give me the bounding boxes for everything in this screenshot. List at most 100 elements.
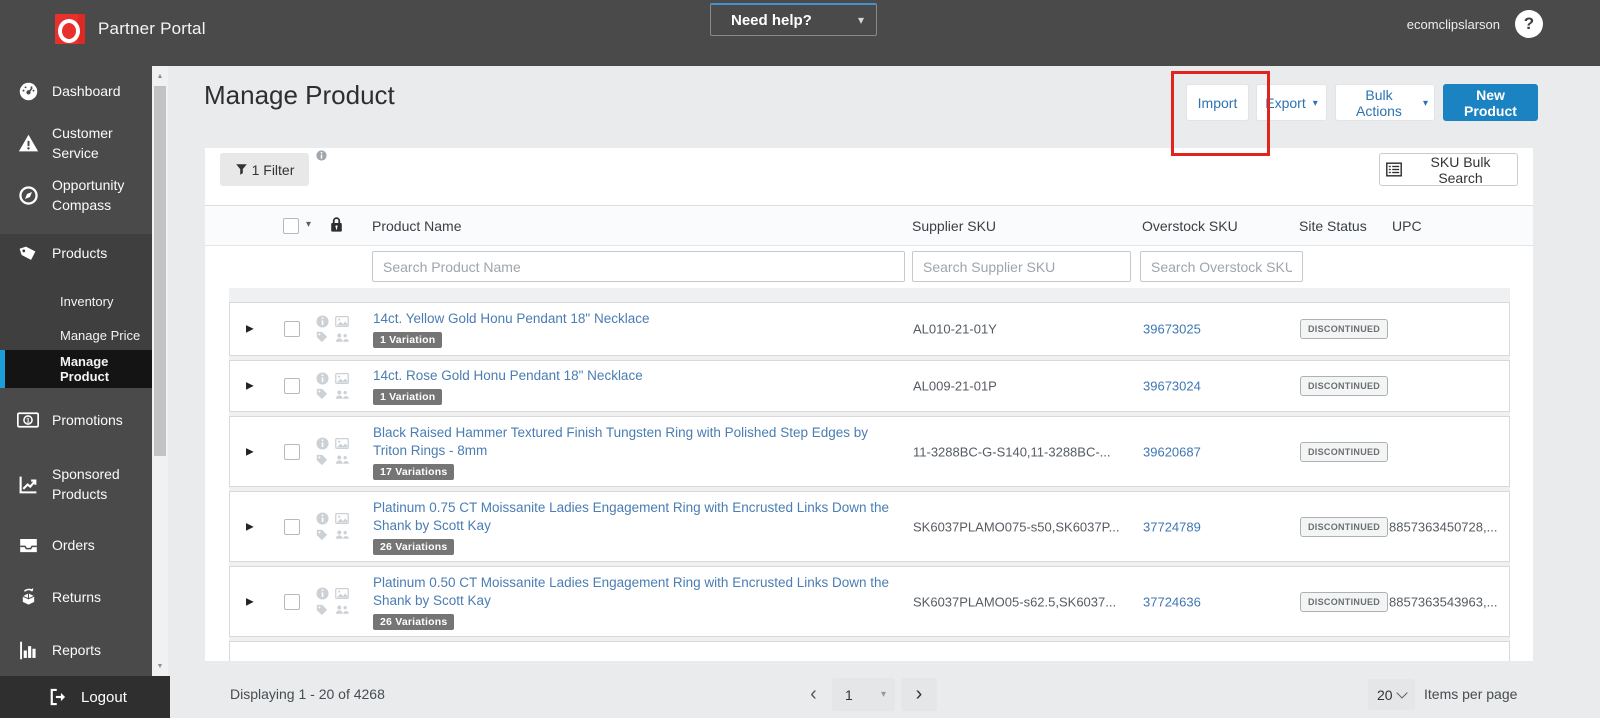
column-header-overstock-sku: Overstock SKU (1142, 218, 1238, 234)
overstock-sku-link[interactable]: 39673025 (1143, 322, 1201, 337)
caret-down-icon: ▾ (880, 689, 886, 700)
top-header: Partner Portal Need help? ▾ ecomclipslar… (0, 0, 1600, 66)
question-mark-glyph: ? (1523, 14, 1535, 33)
funnel-icon (235, 163, 248, 176)
warning-triangle-icon (17, 133, 39, 154)
sidebar-item-orders[interactable]: Orders (0, 526, 152, 564)
sidebar-item-reports[interactable]: Reports (0, 631, 152, 669)
table-body: ▶ 14ct. Yellow Gold Honu Pendant 18" Nec… (229, 288, 1510, 661)
sidebar-item-dashboard[interactable]: Dashboard (0, 72, 152, 110)
product-name-block: 14ct. Rose Gold Honu Pendant 18" Necklac… (373, 367, 893, 405)
info-icon[interactable] (316, 587, 331, 601)
site-status-cell: DISCONTINUED (1300, 441, 1389, 462)
row-checkbox[interactable] (284, 443, 300, 460)
select-all-checkbox[interactable] (283, 218, 299, 234)
brand[interactable]: Partner Portal (55, 14, 206, 44)
table-row: ▶ 14ct. Yellow Gold Honu Pendant 18" Nec… (229, 302, 1510, 356)
info-icon[interactable] (316, 314, 331, 328)
group-icon[interactable] (335, 330, 350, 344)
search-product-name-input[interactable] (372, 251, 905, 282)
row-checkbox[interactable] (284, 378, 300, 394)
next-page-button[interactable]: › (901, 678, 937, 711)
scrollbar-thumb[interactable] (154, 86, 166, 456)
product-name-link[interactable]: 14ct. Rose Gold Honu Pendant 18" Necklac… (373, 367, 893, 385)
overstock-sku-link[interactable]: 37724789 (1143, 519, 1201, 534)
image-icon[interactable] (335, 314, 350, 328)
trend-chart-icon (17, 474, 39, 495)
expand-row-icon[interactable]: ▶ (246, 596, 254, 607)
row-mini-icons (316, 587, 350, 617)
items-per-page-label: Items per page (1424, 686, 1518, 702)
sidebar-item-manage-price[interactable]: Manage Price (0, 318, 152, 352)
expand-row-icon[interactable]: ▶ (246, 446, 254, 457)
group-icon[interactable] (335, 528, 350, 542)
bulk-actions-button[interactable]: Bulk Actions ▾ (1335, 84, 1435, 121)
sidebar-item-opportunity-compass[interactable]: Opportunity Compass (0, 168, 152, 222)
sidebar-item-customer-service[interactable]: Customer Service (0, 124, 152, 162)
help-icon[interactable]: ? (1515, 10, 1543, 38)
export-button[interactable]: Export ▾ (1256, 84, 1327, 121)
group-icon[interactable] (335, 453, 350, 467)
filter-button-label: 1 Filter (251, 161, 295, 178)
info-icon[interactable] (316, 437, 331, 451)
filter-button[interactable]: 1 Filter (220, 153, 309, 186)
product-name-link[interactable]: Platinum 0.50 CT Moissanite Ladies Engag… (373, 574, 893, 610)
scroll-down-icon[interactable]: ▼ (152, 658, 168, 674)
product-name-link[interactable]: 14ct. Yellow Gold Honu Pendant 18" Neckl… (373, 310, 893, 328)
image-icon[interactable] (335, 371, 350, 385)
page-number-select[interactable]: 1 ▾ (832, 678, 895, 711)
import-button[interactable]: Import (1186, 84, 1249, 121)
sidebar-item-sponsored-products[interactable]: Sponsored Products (0, 457, 152, 511)
column-header-supplier-sku: Supplier SKU (912, 218, 997, 234)
sku-bulk-search-button[interactable]: SKU Bulk Search (1379, 153, 1518, 186)
sidebar-item-promotions[interactable]: 1 Promotions (0, 401, 152, 439)
sidebar-item-logout[interactable]: Logout (0, 676, 170, 718)
chevron-down-icon (1395, 686, 1408, 699)
expand-row-icon[interactable]: ▶ (246, 521, 254, 532)
caret-down-icon[interactable]: ▾ (306, 219, 311, 230)
sidebar-item-manage-product-active[interactable]: Manage Product (0, 350, 152, 388)
row-checkbox[interactable] (284, 321, 300, 337)
row-checkbox[interactable] (284, 593, 300, 610)
previous-page-button[interactable]: ‹ (800, 678, 827, 711)
table-row-partial[interactable] (229, 641, 1510, 661)
group-icon[interactable] (335, 387, 350, 401)
sidebar-item-products[interactable]: Products (0, 234, 152, 272)
product-name-link[interactable]: Black Raised Hammer Textured Finish Tung… (373, 424, 893, 460)
image-icon[interactable] (335, 587, 350, 601)
items-per-page-select[interactable]: 20 (1368, 679, 1415, 710)
overstock-sku-link[interactable]: 39673024 (1143, 379, 1201, 394)
variations-badge: 26 Variations (373, 538, 455, 555)
sidebar-item-inventory[interactable]: Inventory (0, 284, 152, 318)
overstock-sku-link[interactable]: 37724636 (1143, 594, 1201, 609)
sidebar-scrollbar[interactable]: ▲ ▼ (152, 66, 168, 676)
sidebar-item-label: Reports (52, 641, 102, 658)
row-checkbox[interactable] (284, 518, 300, 535)
image-icon[interactable] (335, 437, 350, 451)
need-help-select[interactable]: Need help? ▾ (710, 3, 877, 36)
tag-icon[interactable] (316, 330, 331, 344)
tag-icon[interactable] (316, 453, 331, 467)
variations-badge: 17 Variations (373, 463, 455, 480)
info-icon[interactable] (316, 512, 331, 526)
tag-icon[interactable] (316, 528, 331, 542)
need-help-label: Need help? (731, 11, 812, 29)
expand-row-icon[interactable]: ▶ (246, 381, 254, 392)
info-icon[interactable] (316, 150, 327, 161)
list-icon (1386, 162, 1402, 177)
search-supplier-sku-input[interactable] (912, 251, 1131, 282)
expand-row-icon[interactable]: ▶ (246, 324, 254, 335)
items-per-page-value: 20 (1377, 686, 1393, 703)
product-name-link[interactable]: Platinum 0.75 CT Moissanite Ladies Engag… (373, 499, 893, 535)
tag-icon[interactable] (316, 387, 331, 401)
search-overstock-sku-input[interactable] (1140, 251, 1303, 282)
tag-icon[interactable] (316, 603, 331, 617)
overstock-sku-link[interactable]: 39620687 (1143, 444, 1201, 459)
group-icon[interactable] (335, 603, 350, 617)
new-product-button[interactable]: New Product (1443, 84, 1538, 121)
image-icon[interactable] (335, 512, 350, 526)
sidebar-item-returns[interactable]: Returns (0, 578, 152, 616)
scroll-up-icon[interactable]: ▲ (152, 68, 168, 84)
supplier-sku-cell: 11-3288BC-G-S140,11-3288BC-... (913, 444, 1111, 459)
info-icon[interactable] (316, 371, 331, 385)
